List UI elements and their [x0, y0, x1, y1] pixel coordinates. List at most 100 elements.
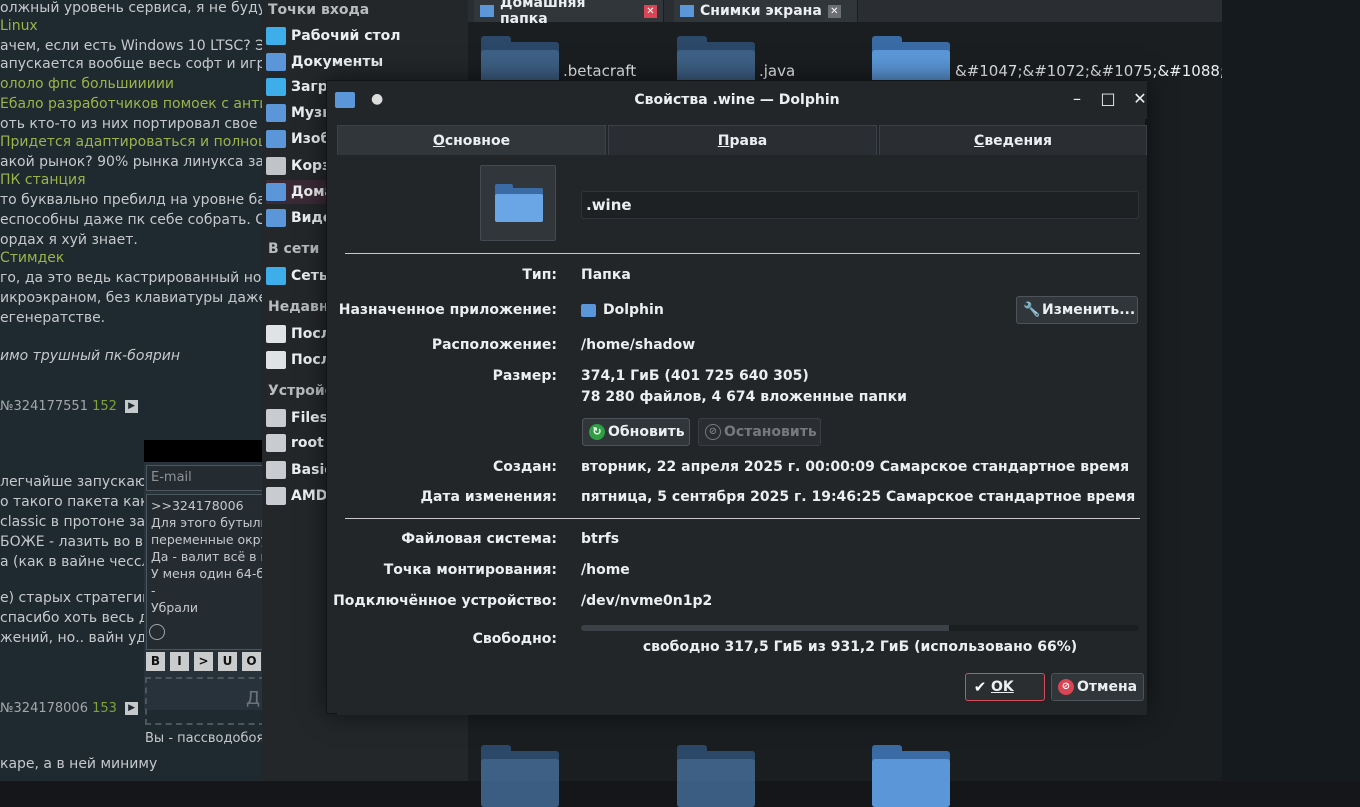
type-value: Папка — [581, 267, 631, 283]
thread-line: Ебало разработчиков помоек с антич — [0, 96, 262, 112]
wrench-icon: 🔧 — [1023, 302, 1041, 318]
thread-line: Linux — [0, 18, 38, 34]
created-label: Создан: — [492, 459, 557, 475]
folder-icon[interactable] — [872, 745, 950, 807]
thread-line: еспособны даже пк себе собрать. С ка — [0, 212, 262, 228]
folder-icon[interactable] — [481, 745, 559, 807]
thread-line: е) старых стратегий — [0, 590, 152, 606]
tab-permissions[interactable]: Права — [608, 125, 877, 155]
stop-button[interactable]: ⊘ Остановить — [698, 418, 821, 446]
thread-line: ПК станция — [0, 172, 86, 188]
cancel-button[interactable]: ⊘ Отмена — [1051, 673, 1144, 701]
name-field[interactable]: .wine — [581, 191, 1139, 219]
folder-icon-button[interactable] — [480, 165, 556, 241]
tab-details[interactable]: Сведения — [879, 125, 1147, 155]
places-item[interactable]: Рабочий стол — [266, 24, 466, 48]
minimize-icon[interactable]: – — [1067, 89, 1087, 109]
thread-italic-line: имо трушный пк-боярин — [0, 348, 180, 364]
change-app-button[interactable]: 🔧 Изменить... — [1016, 296, 1138, 324]
dialog-title: Свойства .wine — Dolphin — [634, 92, 840, 108]
thread-text-bottom: каре, а в ней миниму — [0, 756, 158, 772]
dolphin-icon — [581, 303, 596, 317]
usage-bar-fill — [581, 625, 950, 631]
format-button[interactable]: I — [170, 652, 189, 671]
network-icon — [266, 267, 286, 285]
filesystem-value: btrfs — [581, 531, 620, 547]
maximize-icon[interactable]: □ — [1098, 89, 1118, 109]
refresh-button[interactable]: ↻ Обновить — [582, 418, 690, 446]
drive-icon — [266, 461, 286, 479]
free-label: Свободно: — [472, 631, 557, 647]
title-bar[interactable]: ● Свойства .wine — Dolphin – □ ✕ — [327, 81, 1147, 119]
filesystem-label: Файловая система: — [401, 531, 557, 547]
separator — [345, 518, 1140, 519]
folder-label[interactable]: .java — [759, 62, 795, 80]
drive-icon — [266, 409, 286, 427]
reply-text-line: Убрали — [151, 600, 199, 615]
mount-point-value: /home — [581, 562, 630, 578]
places-header-entry: Точки входа — [268, 2, 370, 18]
assigned-app-value: Dolphin — [581, 302, 664, 318]
size-count-value: 78 280 файлов, 4 674 вложенные папки — [581, 389, 907, 405]
refresh-icon: ↻ — [589, 424, 605, 440]
folder-label[interactable]: .betacraft — [563, 62, 636, 80]
ok-button[interactable]: ✔ OK — [965, 673, 1045, 701]
thread-line: о такого пакета как р — [0, 494, 162, 510]
close-icon[interactable]: ✕ — [1130, 89, 1150, 109]
check-icon: ✔ — [973, 678, 987, 696]
drop-zone-label: Д — [246, 688, 261, 709]
reply-text-line: Для этого бутылки — [151, 515, 264, 530]
reply-text-line: Да - валит всё в к — [151, 549, 264, 564]
thread-line: БОЖЕ - лазить во в — [0, 534, 143, 550]
places-item[interactable]: Документы — [266, 50, 466, 74]
cancel-icon: ⊘ — [1058, 679, 1074, 695]
desktop-icon — [266, 27, 286, 45]
tab-home[interactable]: Домашняя папка ✕ — [474, 0, 664, 27]
play-icon[interactable]: ▶ — [125, 400, 139, 413]
sail-icon — [149, 624, 165, 640]
thread-line: легчайше запускают — [0, 474, 155, 490]
pictures-icon — [266, 130, 286, 148]
email-input[interactable]: E-mail — [146, 465, 264, 491]
recent-icon — [266, 325, 286, 343]
free-value: свободно 317,5 ГиБ из 931,2 ГиБ (использ… — [642, 639, 1078, 655]
video-icon — [266, 209, 286, 227]
reply-text-line: У меня один 64-би — [151, 566, 264, 581]
desktop-background — [1222, 0, 1360, 781]
post-number-2[interactable]: №324178006 153 ▶ — [0, 701, 139, 716]
downloads-icon — [266, 78, 286, 96]
home-icon — [266, 183, 286, 201]
format-button[interactable]: O — [242, 652, 261, 671]
thread-line: Придется адаптироваться и полноцен — [0, 134, 262, 150]
format-button[interactable]: > — [194, 652, 213, 671]
tab-bar: Домашняя папка ✕ Снимки экрана ✕ — [468, 0, 1222, 27]
format-button[interactable]: B — [146, 652, 165, 671]
trash-icon — [266, 157, 286, 175]
thread-line: апускается вообще весь софт и игры. — [0, 56, 262, 72]
reply-form-header — [144, 440, 262, 462]
play-icon[interactable]: ▶ — [125, 702, 139, 715]
thread-line: жений, но.. вайн удо — [0, 630, 155, 646]
size-label: Размер: — [492, 368, 557, 384]
recent-icon — [266, 351, 286, 369]
folder-icon[interactable] — [677, 745, 755, 807]
close-tab-icon[interactable]: ✕ — [644, 4, 657, 18]
folder-label[interactable]: &#1047;&#1072;&#1075;&#1088;&#1 — [955, 62, 1222, 80]
format-button[interactable]: U — [218, 652, 237, 671]
thread-line: спасибо хоть весь ди — [0, 610, 158, 626]
close-tab-icon[interactable]: ✕ — [827, 4, 841, 18]
music-icon — [266, 104, 286, 122]
drive-icon — [266, 434, 286, 452]
modified-value: пятница, 5 сентября 2025 г. 19:46:25 Сам… — [581, 489, 1136, 505]
big-folder-icon — [495, 184, 543, 222]
post-number-1[interactable]: №324177551 152 ▶ — [0, 399, 139, 414]
thread-line: оть кто-то из них портировал свое гов — [0, 116, 262, 132]
size-value: 374,1 ГиБ (401 725 640 305) — [581, 368, 809, 384]
device-value: /dev/nvme0n1p2 — [581, 593, 713, 609]
tab-general[interactable]: Основное — [337, 125, 606, 155]
thread-line: Стимдек — [0, 250, 65, 266]
tab-screenshots[interactable]: Снимки экрана ✕ — [674, 0, 858, 22]
reply-textarea[interactable]: >>324178006 Для этого бутылки переменные о… — [146, 494, 264, 650]
thread-line: олжный уровень сервиса, я не буду по — [0, 0, 262, 16]
thread-line: го, да это ведь кастрированный ноутб — [0, 270, 262, 286]
